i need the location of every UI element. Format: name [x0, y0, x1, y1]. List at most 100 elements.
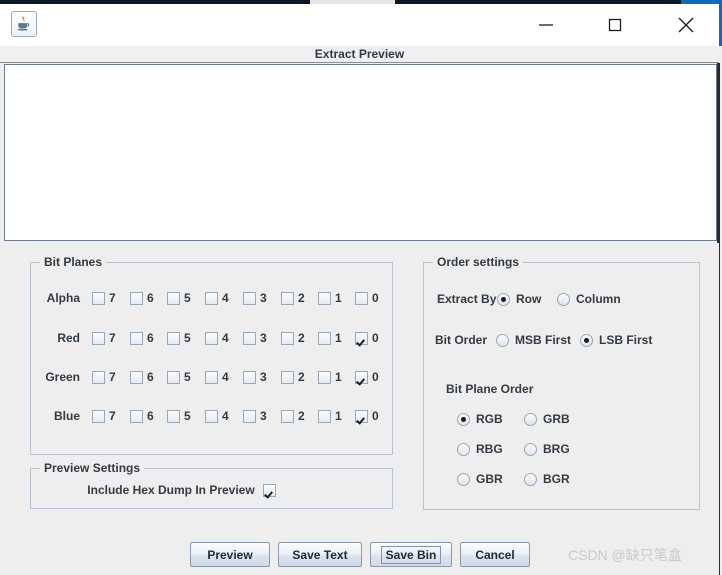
- bit-plane-checkbox-blue-4[interactable]: [205, 409, 218, 423]
- bit-plane-cell-alpha-4[interactable]: 4: [205, 290, 229, 306]
- bit-plane-cell-alpha-7[interactable]: 7: [92, 290, 116, 306]
- bit-plane-order-option-bgr-label: BGR: [543, 472, 570, 486]
- bit-plane-checkbox-blue-7[interactable]: [92, 409, 105, 423]
- bit-plane-checkbox-alpha-1[interactable]: [318, 291, 331, 305]
- bit-plane-order-option-grb-indicator[interactable]: [524, 412, 537, 426]
- include-hex-dump-row[interactable]: Include Hex Dump In Preview: [0, 483, 363, 497]
- bit-plane-cell-blue-7[interactable]: 7: [92, 408, 116, 424]
- bit-plane-order-option-gbr-indicator[interactable]: [457, 472, 470, 486]
- bit-plane-checkbox-alpha-2[interactable]: [281, 291, 294, 305]
- bit-plane-cell-green-5[interactable]: 5: [167, 369, 191, 385]
- bit-plane-checkbox-alpha-5[interactable]: [167, 291, 180, 305]
- bit-plane-cell-alpha-5[interactable]: 5: [167, 290, 191, 306]
- bit-plane-cell-red-1[interactable]: 1: [318, 330, 342, 346]
- bit-plane-checkbox-green-0[interactable]: [355, 370, 368, 384]
- bit-plane-cell-alpha-0[interactable]: 0: [355, 290, 379, 306]
- bit-plane-checkbox-red-0[interactable]: [355, 331, 368, 345]
- bit-plane-checkbox-red-7[interactable]: [92, 331, 105, 345]
- bit-plane-cell-green-0[interactable]: 0: [355, 369, 379, 385]
- bit-plane-order-option-rbg-indicator[interactable]: [457, 442, 470, 456]
- bit-plane-order-option-grb[interactable]: GRB: [524, 411, 570, 427]
- bit-plane-checkbox-green-3[interactable]: [243, 370, 256, 384]
- bit-plane-cell-red-3[interactable]: 3: [243, 330, 267, 346]
- bit-plane-checkbox-green-1[interactable]: [318, 370, 331, 384]
- bit-plane-checkbox-blue-3[interactable]: [243, 409, 256, 423]
- bit-plane-checkbox-blue-5[interactable]: [167, 409, 180, 423]
- bit-plane-order-option-brg[interactable]: BRG: [524, 441, 570, 457]
- bit-plane-cell-red-2[interactable]: 2: [281, 330, 305, 346]
- bit-plane-cell-alpha-3[interactable]: 3: [243, 290, 267, 306]
- bit-plane-cell-green-3[interactable]: 3: [243, 369, 267, 385]
- bit-order-option-msb-first-indicator[interactable]: [496, 333, 509, 347]
- bit-plane-cell-blue-2[interactable]: 2: [281, 408, 305, 424]
- bit-plane-cell-blue-4[interactable]: 4: [205, 408, 229, 424]
- extract-preview-text-area[interactable]: [4, 64, 717, 241]
- extract-by-option-column[interactable]: Column: [557, 291, 621, 307]
- bit-plane-checkbox-red-6[interactable]: [130, 331, 143, 345]
- bit-plane-checkbox-green-7[interactable]: [92, 370, 105, 384]
- bit-plane-order-option-rgb[interactable]: RGB: [457, 411, 503, 427]
- bit-plane-checkbox-blue-1[interactable]: [318, 409, 331, 423]
- bit-plane-cell-red-6[interactable]: 6: [130, 330, 154, 346]
- bit-order-option-msb-first[interactable]: MSB First: [496, 332, 571, 348]
- bit-plane-order-option-bgr[interactable]: BGR: [524, 471, 570, 487]
- bit-plane-bit-label-2: 2: [298, 291, 305, 305]
- cancel-button[interactable]: Cancel: [460, 542, 530, 567]
- bit-plane-cell-blue-5[interactable]: 5: [167, 408, 191, 424]
- bit-plane-cell-green-6[interactable]: 6: [130, 369, 154, 385]
- bit-plane-checkbox-red-5[interactable]: [167, 331, 180, 345]
- bit-plane-checkbox-red-3[interactable]: [243, 331, 256, 345]
- bit-plane-cell-green-2[interactable]: 2: [281, 369, 305, 385]
- bit-plane-checkbox-alpha-3[interactable]: [243, 291, 256, 305]
- bit-plane-checkbox-red-1[interactable]: [318, 331, 331, 345]
- bit-plane-cell-blue-1[interactable]: 1: [318, 408, 342, 424]
- bit-order-option-lsb-first-label: LSB First: [599, 333, 653, 347]
- bit-plane-checkbox-green-2[interactable]: [281, 370, 294, 384]
- bit-plane-checkbox-alpha-7[interactable]: [92, 291, 105, 305]
- bit-plane-cell-blue-3[interactable]: 3: [243, 408, 267, 424]
- minimize-button[interactable]: —: [523, 4, 569, 46]
- bit-plane-cell-green-4[interactable]: 4: [205, 369, 229, 385]
- bit-plane-cell-alpha-2[interactable]: 2: [281, 290, 305, 306]
- extract-by-option-column-indicator[interactable]: [557, 292, 570, 306]
- bit-plane-cell-blue-6[interactable]: 6: [130, 408, 154, 424]
- save-text-button[interactable]: Save Text: [278, 542, 362, 567]
- bit-plane-checkbox-red-4[interactable]: [205, 331, 218, 345]
- bit-plane-cell-green-7[interactable]: 7: [92, 369, 116, 385]
- bit-plane-checkbox-blue-2[interactable]: [281, 409, 294, 423]
- bit-plane-order-option-brg-indicator[interactable]: [524, 442, 537, 456]
- bit-plane-cell-red-0[interactable]: 0: [355, 330, 379, 346]
- save-bin-button[interactable]: Save Bin: [370, 542, 452, 567]
- bit-plane-cell-alpha-6[interactable]: 6: [130, 290, 154, 306]
- bit-order-option-lsb-first[interactable]: LSB First: [580, 332, 652, 348]
- bit-plane-checkbox-green-5[interactable]: [167, 370, 180, 384]
- bit-plane-checkbox-alpha-6[interactable]: [130, 291, 143, 305]
- bit-plane-checkbox-blue-0[interactable]: [355, 409, 368, 423]
- bit-plane-checkbox-red-2[interactable]: [281, 331, 294, 345]
- bit-plane-order-option-gbr[interactable]: GBR: [457, 471, 503, 487]
- extract-by-option-row[interactable]: Row: [497, 291, 541, 307]
- bit-plane-checkbox-blue-6[interactable]: [130, 409, 143, 423]
- bit-plane-bit-label-5: 5: [184, 291, 191, 305]
- bit-order-option-lsb-first-indicator[interactable]: [580, 333, 593, 347]
- bit-plane-checkbox-alpha-4[interactable]: [205, 291, 218, 305]
- include-hex-dump-checkbox[interactable]: [262, 483, 276, 497]
- bit-plane-order-option-bgr-indicator[interactable]: [524, 472, 537, 486]
- bit-plane-cell-red-4[interactable]: 4: [205, 330, 229, 346]
- bit-plane-cell-red-7[interactable]: 7: [92, 330, 116, 346]
- maximize-button[interactable]: □: [592, 4, 638, 46]
- bit-plane-cell-alpha-1[interactable]: 1: [318, 290, 342, 306]
- extract-by-option-row-indicator[interactable]: [497, 292, 510, 306]
- close-button[interactable]: ✕: [663, 4, 709, 46]
- bit-plane-order-label: Bit Plane Order: [446, 382, 534, 396]
- bit-plane-bit-label-5: 5: [184, 409, 191, 423]
- bit-plane-checkbox-green-4[interactable]: [205, 370, 218, 384]
- bit-plane-cell-red-5[interactable]: 5: [167, 330, 191, 346]
- bit-plane-order-option-rgb-indicator[interactable]: [457, 412, 470, 426]
- bit-plane-checkbox-alpha-0[interactable]: [355, 291, 368, 305]
- preview-button[interactable]: Preview: [190, 542, 270, 567]
- bit-plane-order-option-rbg[interactable]: RBG: [457, 441, 503, 457]
- bit-plane-checkbox-green-6[interactable]: [130, 370, 143, 384]
- bit-plane-cell-blue-0[interactable]: 0: [355, 408, 379, 424]
- bit-plane-cell-green-1[interactable]: 1: [318, 369, 342, 385]
